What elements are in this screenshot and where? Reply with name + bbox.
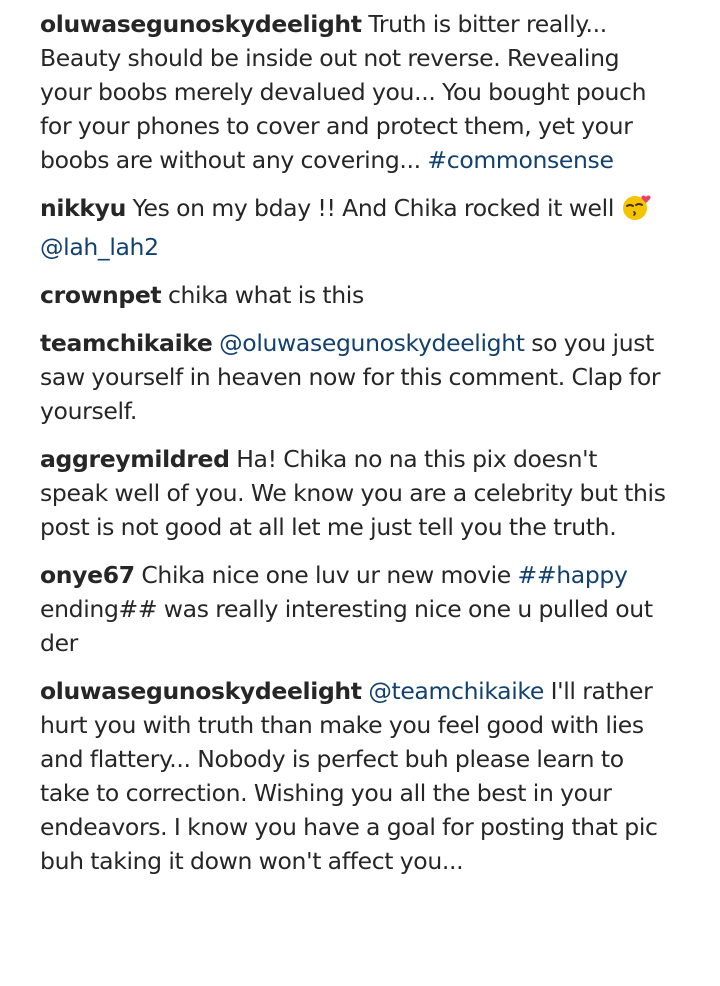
comment-mention[interactable]: @teamchikaike xyxy=(368,677,544,705)
comment: crownpet chika what is this xyxy=(40,278,670,312)
comment-username[interactable]: aggreymildred xyxy=(40,445,230,473)
comment: onye67 Chika nice one luv ur new movie #… xyxy=(40,558,670,660)
comment-username[interactable]: crownpet xyxy=(40,281,162,309)
comment-text-continued: ending## was really interesting nice one… xyxy=(40,595,653,657)
comment-mention[interactable]: @oluwasegunoskydeelight xyxy=(219,329,525,357)
comment-username[interactable]: onye67 xyxy=(40,561,135,589)
kissing-face-emoji-icon xyxy=(621,193,653,230)
comment-mention[interactable]: @lah_lah2 xyxy=(40,233,159,261)
comment-username[interactable]: oluwasegunoskydeelight xyxy=(40,10,362,38)
comment-username[interactable]: nikkyu xyxy=(40,194,126,222)
comment: oluwasegunoskydeelight @teamchikaike I'l… xyxy=(40,674,670,878)
comment-username[interactable]: oluwasegunoskydeelight xyxy=(40,677,362,705)
comment-list: oluwasegunoskydeelight Truth is bitter r… xyxy=(40,7,670,892)
comment-text: chika what is this xyxy=(167,281,364,309)
comment-text: Chika nice one luv ur new movie xyxy=(141,561,511,589)
comment-hashtag[interactable]: ##happy xyxy=(518,561,628,589)
comment: teamchikaike @oluwasegunoskydeelight so … xyxy=(40,326,670,428)
comment: aggreymildred Ha! Chika no na this pix d… xyxy=(40,442,670,544)
comment: nikkyu Yes on my bday !! And Chika rocke… xyxy=(40,191,670,264)
comment-text: I'll rather hurt you with truth than mak… xyxy=(40,677,658,875)
comment: oluwasegunoskydeelight Truth is bitter r… xyxy=(40,7,670,177)
comment-username[interactable]: teamchikaike xyxy=(40,329,213,357)
comment-text: Yes on my bday !! And Chika rocked it we… xyxy=(132,194,615,222)
comment-hashtag[interactable]: #commonsense xyxy=(427,146,614,174)
